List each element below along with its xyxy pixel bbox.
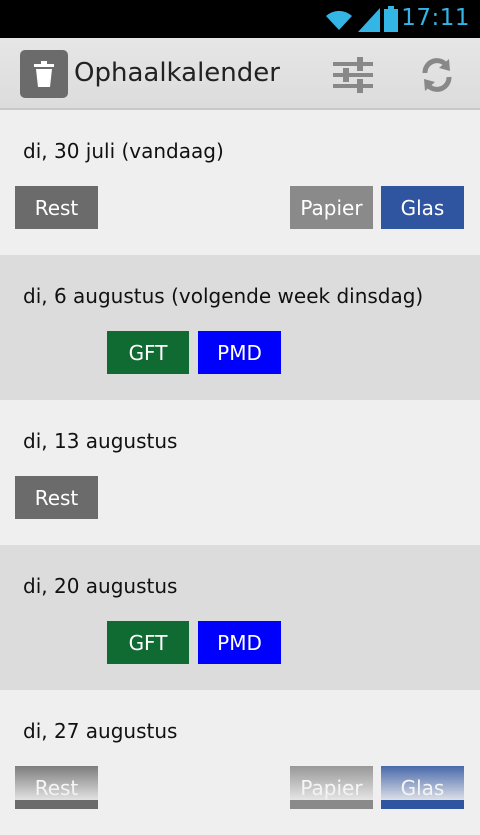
waste-chip-gft: GFT <box>107 621 189 664</box>
refresh-button[interactable] <box>414 52 460 98</box>
pickup-date: di, 30 juli (vandaag) <box>23 139 224 163</box>
status-time: 17:11 <box>401 5 470 31</box>
list-item[interactable]: di, 20 augustus GFT PMD <box>0 545 480 690</box>
pickup-date: di, 20 augustus <box>23 574 178 598</box>
list-item[interactable]: di, 13 augustus Rest <box>0 400 480 545</box>
pickup-date: di, 6 augustus (volgende week dinsdag) <box>23 284 424 308</box>
pickup-date: di, 27 augustus <box>23 719 178 743</box>
waste-chip-papier: Papier <box>290 186 373 229</box>
settings-button[interactable] <box>330 52 376 98</box>
app-icon[interactable] <box>20 50 68 98</box>
battery-icon <box>384 6 398 32</box>
waste-chip-glas: Glas <box>381 186 464 229</box>
waste-chip-pmd: PMD <box>198 621 281 664</box>
waste-chip-pmd: PMD <box>198 331 281 374</box>
waste-chip-papier: Papier <box>290 766 373 809</box>
list-item[interactable]: di, 6 augustus (volgende week dinsdag) G… <box>0 255 480 400</box>
status-icons <box>324 6 398 32</box>
waste-chip-glas: Glas <box>381 766 464 809</box>
settings-sliders-icon <box>333 57 373 93</box>
refresh-icon <box>422 58 452 92</box>
list-item[interactable]: di, 30 juli (vandaag) Rest Papier Glas <box>0 110 480 255</box>
app-title: Ophaalkalender <box>74 58 280 88</box>
pickup-date: di, 13 augustus <box>23 429 178 453</box>
waste-chip-gft: GFT <box>107 331 189 374</box>
trash-icon <box>34 61 54 87</box>
action-bar: Ophaalkalender <box>0 38 480 110</box>
waste-chip-rest: Rest <box>15 766 98 809</box>
waste-chip-rest: Rest <box>15 476 98 519</box>
list-item[interactable]: di, 27 augustus Rest Papier Glas <box>0 690 480 835</box>
signal-icon <box>358 8 380 32</box>
status-bar: 17:11 <box>0 0 480 38</box>
pickup-list: di, 30 juli (vandaag) Rest Papier Glas d… <box>0 110 480 835</box>
waste-chip-rest: Rest <box>15 186 98 229</box>
wifi-icon <box>326 10 352 30</box>
